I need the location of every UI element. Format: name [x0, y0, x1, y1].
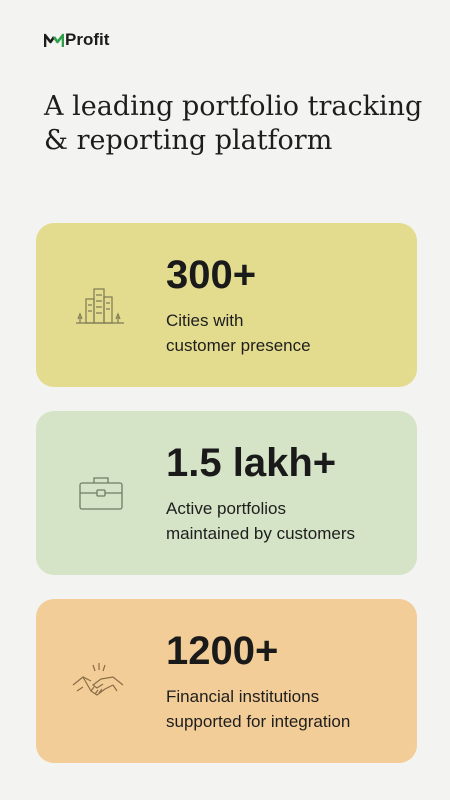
stat-desc-institutions-line-1: Financial institutions	[166, 687, 320, 706]
stat-desc-portfolios-line-1: Active portfolios	[166, 499, 286, 518]
stat-desc-portfolios: Active portfolios maintained by customer…	[166, 496, 406, 546]
mprofit-logo-mark	[44, 33, 64, 47]
stat-card-cities: 300+ Cities with customer presence	[36, 223, 417, 387]
stat-value-institutions: 1200+	[166, 629, 279, 673]
mprofit-logo-text: Profit	[65, 30, 110, 49]
stat-desc-cities-line-2: customer presence	[166, 336, 311, 355]
stat-desc-cities: Cities with customer presence	[166, 308, 406, 358]
stat-desc-institutions: Financial institutions supported for int…	[166, 684, 406, 734]
page-headline: A leading portfolio tracking & reporting…	[44, 90, 434, 158]
headline-line-2: & reporting platform	[44, 125, 333, 156]
city-buildings-icon	[76, 288, 124, 324]
handshake-icon	[72, 663, 124, 696]
stat-value-cities: 300+	[166, 253, 257, 297]
stat-value-portfolios: 1.5 lakh+	[166, 441, 337, 485]
stat-desc-portfolios-line-2: maintained by customers	[166, 524, 355, 543]
briefcase-icon	[79, 477, 123, 510]
mprofit-logo: Profit	[44, 30, 109, 50]
stat-desc-cities-line-1: Cities with	[166, 311, 244, 330]
stat-desc-institutions-line-2: supported for integration	[166, 712, 351, 731]
stat-card-institutions: 1200+ Financial institutions supported f…	[36, 599, 417, 763]
headline-line-1: A leading portfolio tracking	[44, 91, 423, 122]
stat-card-portfolios: 1.5 lakh+ Active portfolios maintained b…	[36, 411, 417, 575]
